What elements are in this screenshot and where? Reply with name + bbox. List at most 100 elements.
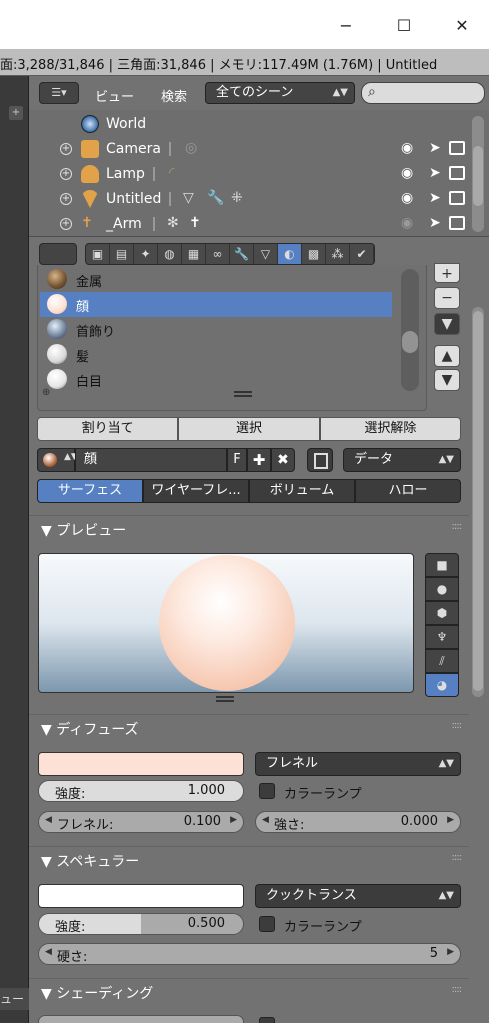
lamp-data-icon[interactable]: ◜ <box>169 165 187 183</box>
close-button[interactable]: ✕ <box>450 14 474 36</box>
list-item[interactable]: 金属 <box>40 267 392 292</box>
outliner-row-world[interactable]: World <box>29 112 469 137</box>
properties-scrollbar[interactable] <box>472 307 484 697</box>
remove-slot-button[interactable]: − <box>434 287 460 309</box>
preview-panel-header[interactable]: ▼ プレビュー :::: <box>29 515 469 541</box>
selectability-cursor-icon[interactable]: ➤ <box>429 190 441 206</box>
minimize-button[interactable]: − <box>334 14 358 36</box>
visibility-eye-icon[interactable]: ◉ <box>401 165 417 181</box>
diffuse-ramp-checkbox[interactable] <box>259 783 275 799</box>
modifiers-tab-icon[interactable]: 🔧 <box>230 244 254 264</box>
specular-shader-dropdown[interactable]: クックトランス ▲▼ <box>255 884 461 908</box>
outliner-row-camera[interactable]: + Camera ◎ ◉ ➤ <box>29 137 469 162</box>
editor-type-button[interactable]: ☰▾ <box>39 82 79 104</box>
link-type-dropdown[interactable]: データ ▲▼ <box>343 448 461 472</box>
render-camera-icon[interactable] <box>449 191 465 205</box>
increment-arrow-icon[interactable]: ▶ <box>447 815 454 825</box>
fresnel-field[interactable]: ◀ フレネル: 0.100 ▶ <box>38 811 244 833</box>
render-tab-icon[interactable]: ▣ <box>86 244 110 264</box>
tab-volume[interactable]: ボリューム <box>249 479 355 503</box>
flat-preview-icon[interactable]: ■ <box>425 553 459 577</box>
drag-grip-icon[interactable]: :::: <box>452 521 463 532</box>
new-material-button[interactable]: ✚ <box>247 448 271 472</box>
render-camera-icon[interactable] <box>449 166 465 180</box>
render-camera-icon[interactable] <box>449 216 465 230</box>
display-mode-dropdown[interactable]: 全てのシーン ▲▼ <box>205 82 355 104</box>
expand-icon[interactable]: + <box>60 218 72 230</box>
browse-material-button[interactable]: ▲▼ <box>37 448 78 472</box>
list-scrollbar[interactable] <box>401 269 419 391</box>
emit-slider-partial[interactable] <box>38 1015 244 1023</box>
hair-preview-icon[interactable]: ⫽ <box>425 649 459 673</box>
drag-grip-icon[interactable]: :::: <box>452 720 463 731</box>
shading-panel-header[interactable]: ▼ シェーディング :::: <box>29 978 469 1004</box>
slot-specials-button[interactable]: ▼ <box>434 313 460 335</box>
outliner-scrollbar[interactable] <box>472 116 484 232</box>
pose-icon[interactable]: ✝ <box>189 215 207 233</box>
assign-button[interactable]: 割り当て <box>37 417 179 441</box>
increment-arrow-icon[interactable]: ▶ <box>447 947 454 957</box>
sky-preview-icon[interactable]: ◕ <box>425 673 459 697</box>
view-menu-partial[interactable]: ュー <box>0 988 29 1010</box>
physics-tab-icon[interactable]: ✔ <box>350 244 374 264</box>
armature-data-icon[interactable]: ✻ <box>167 215 185 233</box>
move-slot-down-button[interactable]: ▼ <box>434 369 460 391</box>
particles-tab-icon[interactable]: ⁂ <box>326 244 350 264</box>
selectability-cursor-icon[interactable]: ➤ <box>429 165 441 181</box>
material-tab-icon[interactable]: ◐ <box>278 244 302 264</box>
specular-intensity-slider[interactable]: 強度: 0.500 <box>38 913 244 935</box>
select-button[interactable]: 選択 <box>178 417 320 441</box>
texture-tab-icon[interactable]: ▩ <box>302 244 326 264</box>
deselect-button[interactable]: 選択解除 <box>319 417 461 441</box>
view-menu[interactable]: ビュー <box>95 86 134 105</box>
decrement-arrow-icon[interactable]: ◀ <box>45 947 52 957</box>
search-menu[interactable]: 検索 <box>161 86 187 105</box>
diffuse-shader-dropdown[interactable]: フレネル ▲▼ <box>255 752 461 776</box>
scrollbar-thumb[interactable] <box>473 311 483 691</box>
visibility-eye-icon[interactable]: ◉ <box>401 190 417 206</box>
camera-data-icon[interactable]: ◎ <box>185 140 203 158</box>
specular-color-swatch[interactable] <box>38 884 244 908</box>
tab-wireframe[interactable]: ワイヤーフレ... <box>143 479 249 503</box>
visibility-eye-icon[interactable]: ◉ <box>401 215 417 231</box>
object-tab-icon[interactable]: ▦ <box>182 244 206 264</box>
shadeless-checkbox-partial[interactable] <box>259 1017 275 1023</box>
preview-resize-grip[interactable] <box>216 696 234 702</box>
list-resize-grip[interactable] <box>234 391 252 397</box>
sphere-preview-icon[interactable]: ● <box>425 577 459 601</box>
drag-grip-icon[interactable]: :::: <box>452 852 463 863</box>
cube-preview-icon[interactable]: ⬢ <box>425 601 459 625</box>
drag-grip-icon[interactable]: :::: <box>452 984 463 995</box>
selectability-cursor-icon[interactable]: ➤ <box>429 140 441 156</box>
list-filter-icon[interactable]: ⊕ <box>42 387 50 398</box>
decrement-arrow-icon[interactable]: ◀ <box>262 815 269 825</box>
specular-panel-header[interactable]: ▼ スペキュラー :::: <box>29 846 469 872</box>
scrollbar-thumb[interactable] <box>473 146 483 206</box>
fresnel-factor-field[interactable]: ◀ 強さ: 0.000 ▶ <box>255 811 461 833</box>
mesh-data-icon[interactable]: ▽ <box>183 190 201 208</box>
vertex-groups-icon[interactable]: ⁜ <box>231 190 249 208</box>
diffuse-intensity-slider[interactable]: 強度: 1.000 <box>38 780 244 802</box>
increment-arrow-icon[interactable]: ▶ <box>230 815 237 825</box>
tab-surface[interactable]: サーフェス <box>37 479 143 503</box>
material-name-field[interactable]: 顔 <box>75 448 227 472</box>
selectability-cursor-icon[interactable]: ➤ <box>429 215 441 231</box>
scene-tab-icon[interactable]: ✦ <box>134 244 158 264</box>
visibility-eye-icon[interactable]: ◉ <box>401 140 417 156</box>
constraints-tab-icon[interactable]: ∞ <box>206 244 230 264</box>
modifier-wrench-icon[interactable]: 🔧 <box>207 190 225 208</box>
expand-icon[interactable]: + <box>60 168 72 180</box>
hardness-field[interactable]: ◀ 硬さ: 5 ▶ <box>38 943 461 965</box>
list-item[interactable]: 首飾り <box>40 317 392 342</box>
list-item[interactable]: 髪 <box>40 342 392 367</box>
outliner-row-arm[interactable]: + ✝ _Arm ✻ ✝ ◉ ➤ <box>29 212 469 237</box>
add-slot-button[interactable]: + <box>434 263 460 283</box>
scrollbar-thumb[interactable] <box>402 331 418 353</box>
expand-icon[interactable]: + <box>60 143 72 155</box>
decrement-arrow-icon[interactable]: ◀ <box>45 815 52 825</box>
world-tab-icon[interactable]: ◍ <box>158 244 182 264</box>
move-slot-up-button[interactable]: ▲ <box>434 345 460 367</box>
data-tab-icon[interactable]: ▽ <box>254 244 278 264</box>
toolshelf-toggle-icon[interactable]: + <box>9 106 23 120</box>
outliner-row-lamp[interactable]: + Lamp ◜ ◉ ➤ <box>29 162 469 187</box>
